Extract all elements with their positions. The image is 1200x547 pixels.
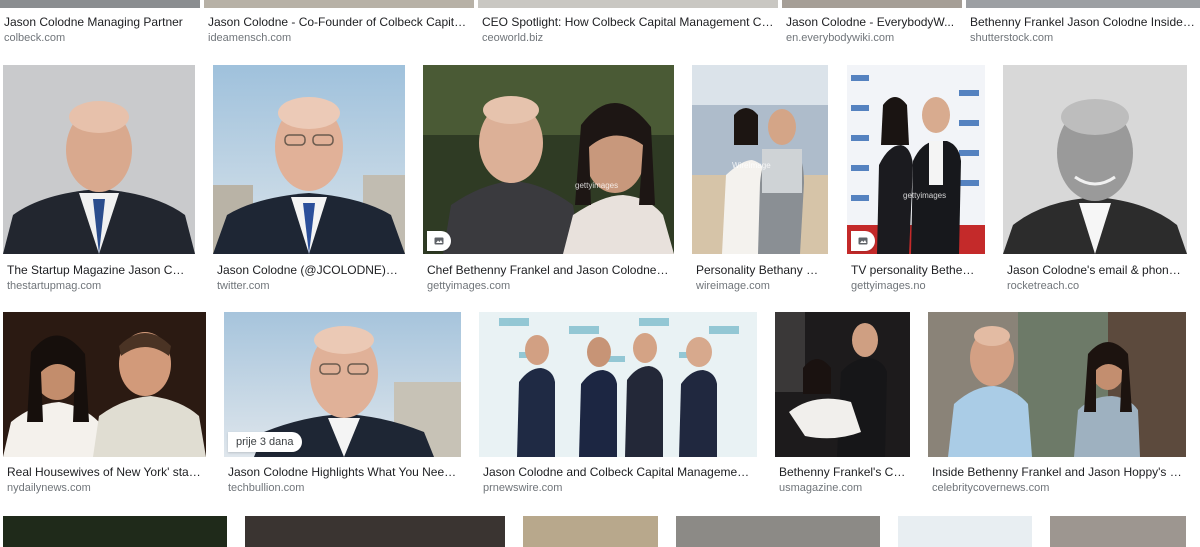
result-source[interactable]: en.everybodywiki.com — [786, 32, 958, 44]
result-title[interactable]: Personality Bethany Fra... — [696, 263, 824, 277]
result-thumbnail[interactable]: gettyimages — [423, 65, 674, 254]
result-title[interactable]: The Startup Magazine Jason Colo... — [7, 263, 191, 277]
result-thumbnail[interactable] — [782, 0, 962, 8]
result-tile[interactable] — [3, 516, 227, 547]
result-source[interactable]: ideamensch.com — [208, 32, 470, 44]
result-title[interactable]: Real Housewives of New York' star B... — [7, 465, 202, 479]
result-tile[interactable]: Jason Colodne and Colbeck Capital Manage… — [479, 312, 757, 498]
result-thumbnail[interactable] — [3, 516, 227, 547]
result-thumbnail[interactable] — [213, 65, 405, 254]
result-tile[interactable]: CEO Spotlight: How Colbeck Capital Manag… — [478, 0, 778, 50]
image-icon — [851, 231, 875, 251]
result-title[interactable]: Jason Colodne - Co-Founder of Colbeck Ca… — [208, 15, 470, 29]
result-tile[interactable]: Jason Colodne - EverybodyW... en.everybo… — [782, 0, 962, 50]
result-title[interactable]: Jason Colodne Managing Partner — [4, 15, 196, 29]
result-tile[interactable]: Jason Colodne's email & phone |... rocke… — [1003, 65, 1187, 297]
result-tile[interactable]: WireImage Personality Bethany Fra... wir… — [692, 65, 828, 297]
watermark: gettyimages — [575, 181, 619, 190]
result-tile[interactable]: gettyimages TV personality Bethenn... ge… — [847, 65, 985, 297]
result-thumbnail[interactable] — [523, 516, 658, 547]
result-thumbnail[interactable]: WireImage — [692, 65, 828, 254]
result-thumbnail[interactable] — [245, 516, 505, 547]
result-title[interactable]: Jason Colodne and Colbeck Capital Manage… — [483, 465, 753, 479]
result-thumbnail[interactable] — [3, 312, 206, 457]
result-thumbnail[interactable] — [775, 312, 910, 457]
result-source[interactable]: celebritycovernews.com — [932, 482, 1182, 494]
result-source[interactable]: twitter.com — [217, 280, 401, 292]
result-tile[interactable] — [245, 516, 505, 547]
result-title[interactable]: Jason Colodne's email & phone |... — [1007, 263, 1183, 277]
result-thumbnail[interactable] — [966, 0, 1200, 8]
result-tile[interactable]: Real Housewives of New York' star B... n… — [3, 312, 206, 498]
result-tile[interactable]: Bethenny Frankel Jason Colodne Inside ..… — [966, 0, 1200, 50]
result-thumbnail[interactable] — [1003, 65, 1187, 254]
result-title[interactable]: Jason Colodne (@JCOLODNE) | T... — [217, 263, 401, 277]
result-thumbnail[interactable] — [928, 312, 1186, 457]
result-tile[interactable]: Jason Colodne Managing Partner colbeck.c… — [0, 0, 200, 50]
result-source[interactable]: wireimage.com — [696, 280, 824, 292]
result-tile[interactable]: prije 3 dana Jason Colodne Highlights Wh… — [224, 312, 461, 498]
result-thumbnail[interactable] — [204, 0, 474, 8]
result-title[interactable]: TV personality Bethenn... — [851, 263, 981, 277]
result-tile[interactable] — [898, 516, 1032, 547]
watermark: gettyimages — [903, 191, 947, 200]
result-source[interactable]: gettyimages.no — [851, 280, 981, 292]
result-title[interactable]: Chef Bethenny Frankel and Jason Colodne … — [427, 263, 670, 277]
result-tile[interactable] — [523, 516, 658, 547]
result-tile[interactable]: Bethenny Frankel's Co... usmagazine.com — [775, 312, 910, 498]
result-title[interactable]: Bethenny Frankel's Co... — [779, 465, 906, 479]
result-source[interactable]: ceoworld.biz — [482, 32, 774, 44]
result-thumbnail[interactable] — [898, 516, 1032, 547]
date-badge: prije 3 dana — [228, 432, 302, 452]
result-source[interactable]: gettyimages.com — [427, 280, 670, 292]
result-title[interactable]: Inside Bethenny Frankel and Jason Hoppy'… — [932, 465, 1182, 479]
result-title[interactable]: Jason Colodne Highlights What You Need t… — [228, 465, 457, 479]
result-thumbnail[interactable] — [478, 0, 778, 8]
image-icon — [427, 231, 451, 251]
result-thumbnail[interactable] — [676, 516, 880, 547]
result-thumbnail[interactable]: gettyimages — [847, 65, 985, 254]
result-thumbnail[interactable] — [1050, 516, 1186, 547]
result-tile[interactable]: The Startup Magazine Jason Colo... thest… — [3, 65, 195, 297]
result-source[interactable]: techbullion.com — [228, 482, 457, 494]
result-tile[interactable] — [1050, 516, 1186, 547]
result-source[interactable]: colbeck.com — [4, 32, 196, 44]
result-source[interactable]: usmagazine.com — [779, 482, 906, 494]
result-thumbnail[interactable] — [479, 312, 757, 457]
result-tile[interactable] — [676, 516, 880, 547]
result-tile[interactable]: Jason Colodne (@JCOLODNE) | T... twitter… — [213, 65, 405, 297]
result-thumbnail[interactable] — [0, 0, 200, 8]
result-thumbnail[interactable] — [3, 65, 195, 254]
result-source[interactable]: prnewswire.com — [483, 482, 753, 494]
result-source[interactable]: nydailynews.com — [7, 482, 202, 494]
result-source[interactable]: rocketreach.co — [1007, 280, 1183, 292]
result-title[interactable]: Jason Colodne - EverybodyW... — [786, 15, 958, 29]
result-tile[interactable]: Jason Colodne - Co-Founder of Colbeck Ca… — [204, 0, 474, 50]
result-thumbnail[interactable]: prije 3 dana — [224, 312, 461, 457]
result-title[interactable]: Bethenny Frankel Jason Colodne Inside ..… — [970, 15, 1196, 29]
result-source[interactable]: shutterstock.com — [970, 32, 1196, 44]
result-tile[interactable]: gettyimages Chef Bethenny Frankel and Ja… — [423, 65, 674, 297]
result-title[interactable]: CEO Spotlight: How Colbeck Capital Manag… — [482, 15, 774, 29]
result-source[interactable]: thestartupmag.com — [7, 280, 191, 292]
watermark: WireImage — [732, 161, 771, 170]
result-tile[interactable]: Inside Bethenny Frankel and Jason Hoppy'… — [928, 312, 1186, 498]
